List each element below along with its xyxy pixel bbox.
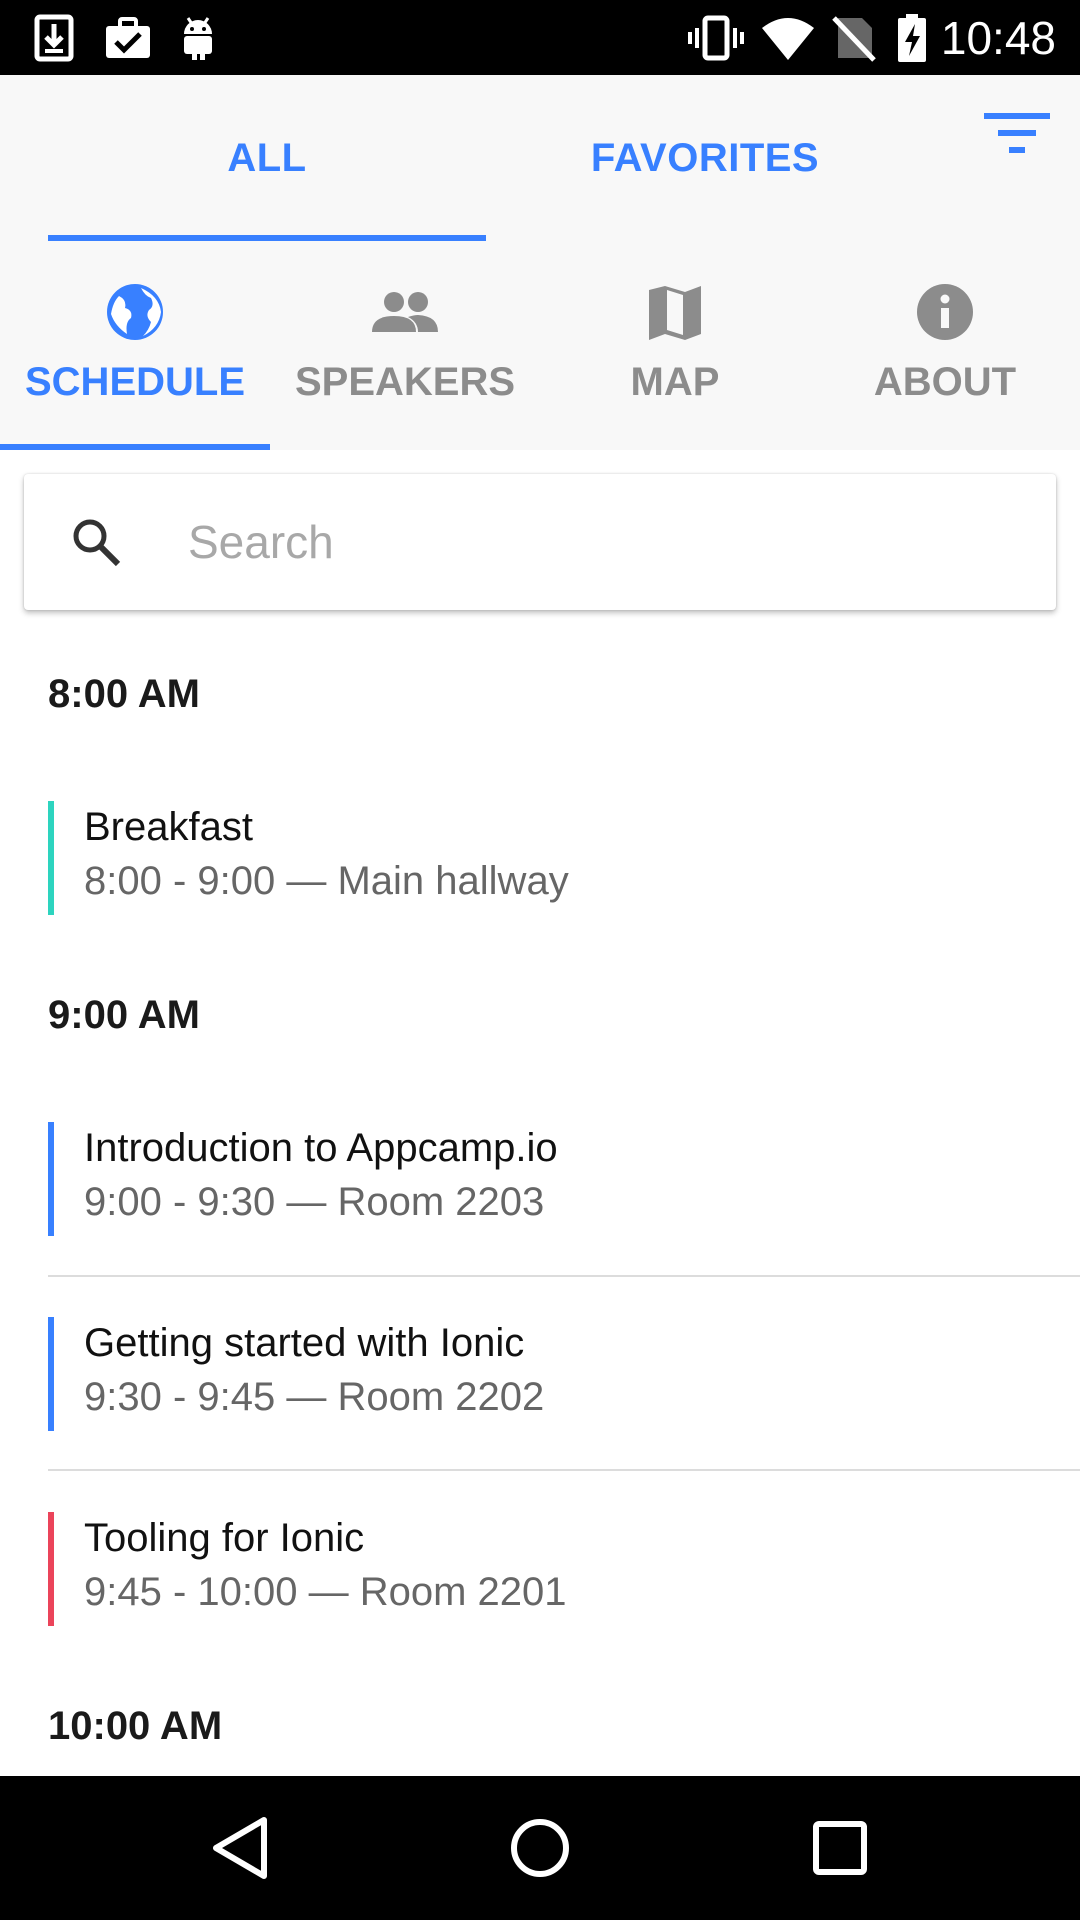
vibrate-icon bbox=[688, 15, 744, 61]
session-item[interactable]: Introduction to Appcamp.io 9:00 - 9:30 —… bbox=[48, 1122, 1080, 1236]
segment-all[interactable]: ALL bbox=[48, 75, 486, 242]
filter-icon[interactable] bbox=[982, 103, 1052, 163]
time-header: 8:00 AM bbox=[48, 672, 200, 716]
list-divider bbox=[48, 1469, 1080, 1471]
search-icon bbox=[73, 519, 121, 567]
tab-schedule-label: SCHEDULE bbox=[24, 360, 246, 404]
battery-charging-icon bbox=[898, 14, 926, 62]
session-title: Tooling for Ionic bbox=[84, 1516, 365, 1560]
session-title: Getting started with Ionic bbox=[84, 1321, 525, 1365]
segment-favorites[interactable]: FAVORITES bbox=[486, 75, 924, 242]
tab-speakers[interactable]: SPEAKERS bbox=[270, 242, 540, 450]
segment-bar: ALL FAVORITES bbox=[0, 75, 1080, 242]
system-nav-bar bbox=[0, 1776, 1080, 1920]
tab-about[interactable]: ABOUT bbox=[810, 242, 1080, 450]
session-item[interactable]: Tooling for Ionic 9:45 - 10:00 — Room 22… bbox=[48, 1512, 1080, 1626]
search-input[interactable] bbox=[188, 502, 1008, 582]
info-icon bbox=[917, 284, 973, 340]
session-item[interactable]: Breakfast 8:00 - 9:00 — Main hallway bbox=[48, 801, 1080, 915]
status-bar: 10:48 bbox=[0, 0, 1080, 75]
back-icon[interactable] bbox=[204, 1812, 276, 1884]
tab-map[interactable]: MAP bbox=[540, 242, 810, 450]
status-clock: 10:48 bbox=[940, 12, 1056, 64]
time-header: 10:00 AM bbox=[48, 1704, 223, 1748]
nav-tabs: SCHEDULE SPEAKERS MAP ABOUT bbox=[0, 242, 1080, 450]
clipboard-check-icon bbox=[106, 17, 150, 58]
globe-icon bbox=[107, 284, 163, 340]
segment-indicator bbox=[48, 235, 486, 241]
no-sim-icon bbox=[832, 16, 876, 62]
tab-indicator bbox=[0, 444, 270, 450]
download-icon bbox=[34, 14, 74, 62]
track-color-bar bbox=[48, 1512, 54, 1626]
session-meta: 9:45 - 10:00 — Room 2201 bbox=[84, 1570, 567, 1614]
recents-icon[interactable] bbox=[804, 1812, 876, 1884]
session-title: Breakfast bbox=[84, 805, 253, 849]
map-icon bbox=[649, 286, 701, 340]
tab-schedule[interactable]: SCHEDULE bbox=[0, 242, 270, 450]
tab-speakers-label: SPEAKERS bbox=[294, 360, 516, 404]
time-header: 9:00 AM bbox=[48, 993, 200, 1037]
track-color-bar bbox=[48, 801, 54, 915]
tab-map-label: MAP bbox=[630, 360, 720, 404]
android-icon bbox=[184, 17, 212, 60]
track-color-bar bbox=[48, 1122, 54, 1236]
session-meta: 8:00 - 9:00 — Main hallway bbox=[84, 859, 569, 903]
track-color-bar bbox=[48, 1317, 54, 1431]
people-icon bbox=[372, 292, 438, 332]
search-bar bbox=[24, 474, 1056, 610]
home-icon[interactable] bbox=[504, 1812, 576, 1884]
session-meta: 9:00 - 9:30 — Room 2203 bbox=[84, 1180, 545, 1224]
session-meta: 9:30 - 9:45 — Room 2202 bbox=[84, 1375, 545, 1419]
session-item[interactable]: Getting started with Ionic 9:30 - 9:45 —… bbox=[48, 1317, 1080, 1431]
list-divider bbox=[48, 1275, 1080, 1277]
session-title: Introduction to Appcamp.io bbox=[84, 1126, 558, 1170]
wifi-icon bbox=[762, 18, 814, 60]
tab-about-label: ABOUT bbox=[873, 360, 1017, 404]
